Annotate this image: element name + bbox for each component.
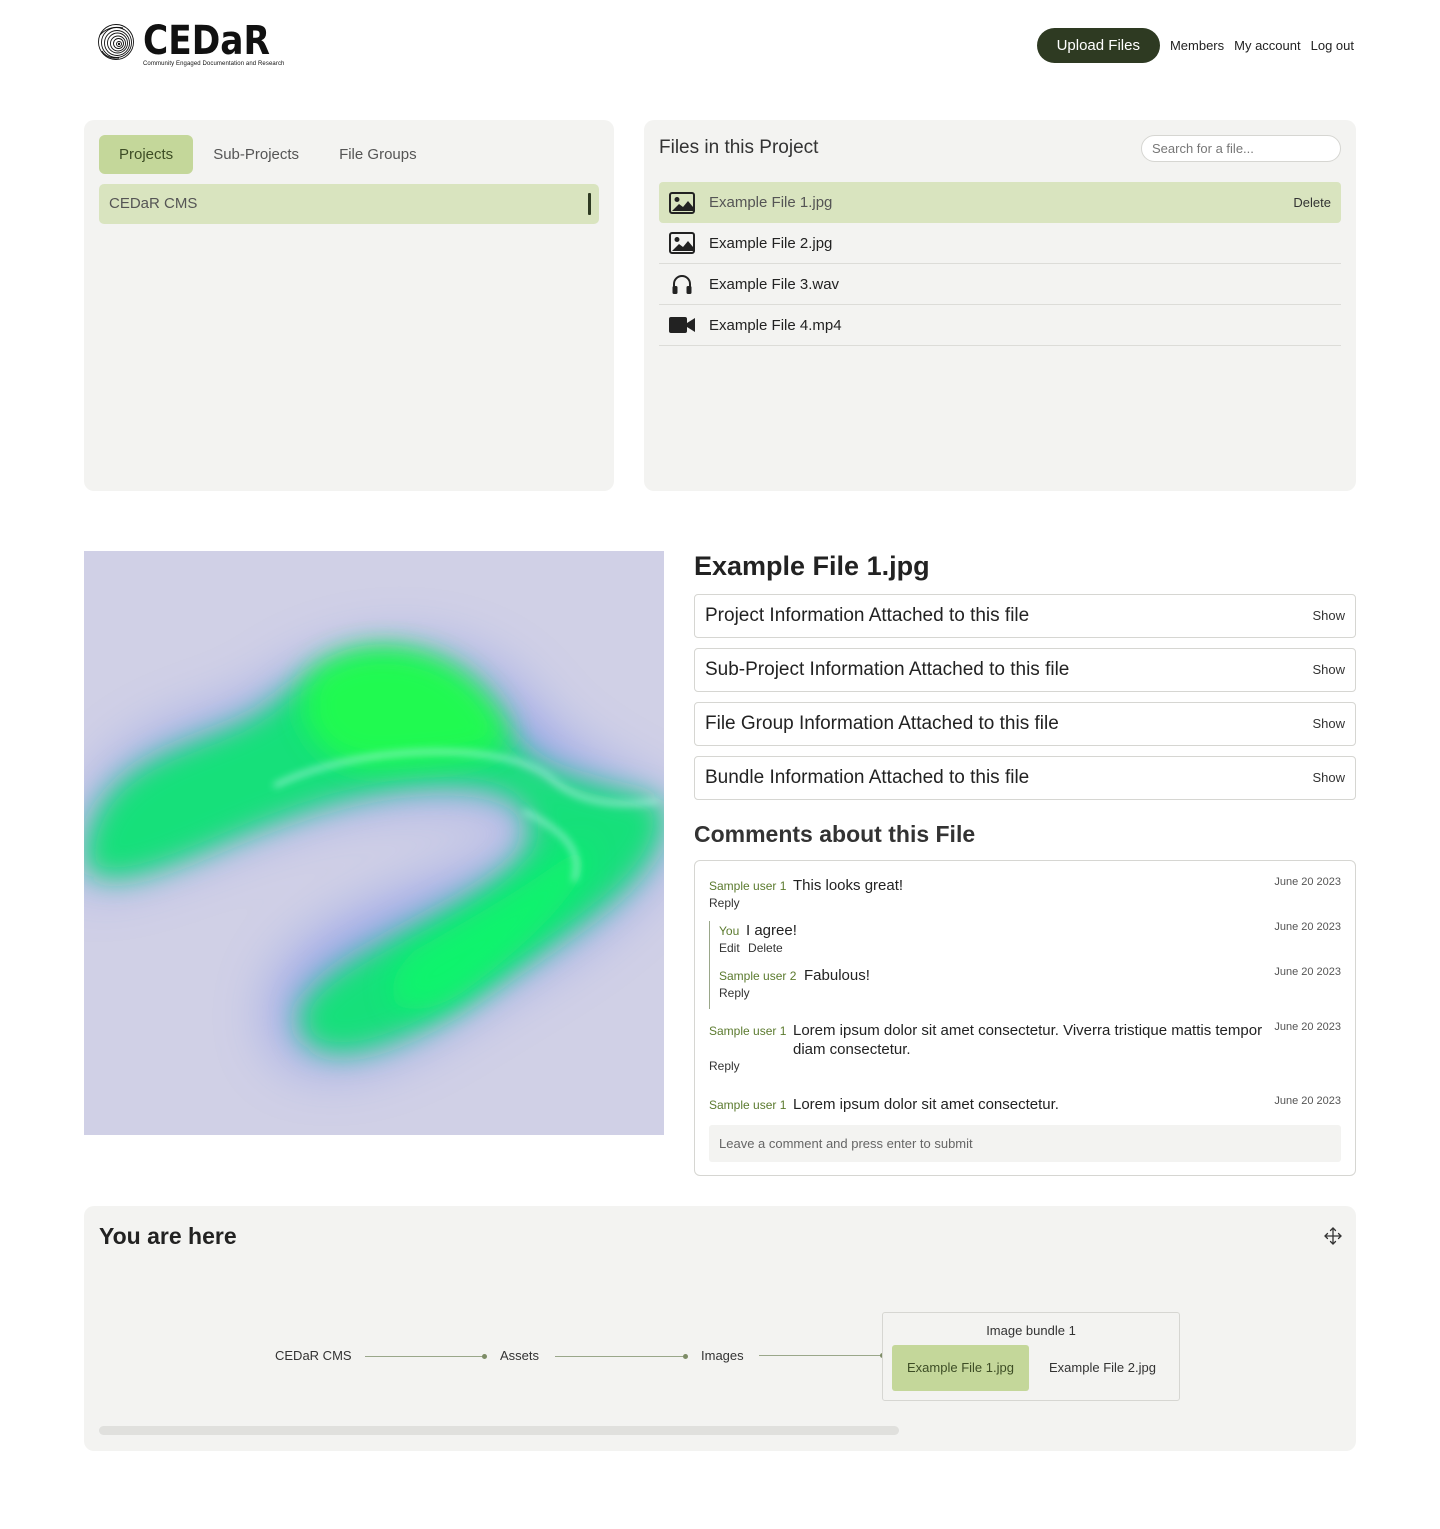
project-item-label: CEDaR CMS <box>109 195 198 212</box>
headphones-icon <box>669 273 695 295</box>
file-name: Example File 4.mp4 <box>709 316 842 334</box>
edit-comment-button[interactable]: Edit <box>719 941 740 955</box>
show-toggle[interactable]: Show <box>1312 595 1345 637</box>
show-toggle[interactable]: Show <box>1312 649 1345 691</box>
accordion-label: Project Information Attached to this fil… <box>705 605 1030 626</box>
comment-author: Sample user 1 <box>709 879 787 893</box>
comment-reply: Sample user 2 Fabulous! June 20 2023 Rep… <box>719 966 1341 1002</box>
comment-date: June 20 2023 <box>1274 966 1341 978</box>
comment: Sample user 1 This looks great! June 20 … <box>709 876 1341 912</box>
delete-comment-button[interactable]: Delete <box>748 941 783 955</box>
reply-button[interactable]: Reply <box>719 986 750 1000</box>
comment: Sample user 1 Lorem ipsum dolor sit amet… <box>709 1095 1341 1115</box>
path-connector <box>365 1354 487 1359</box>
brand-name: CEDaR <box>143 18 271 64</box>
comment-date: June 20 2023 <box>1274 876 1341 888</box>
path-connector <box>555 1354 688 1359</box>
reply-button[interactable]: Reply <box>709 1059 740 1073</box>
comment-text: Lorem ipsum dolor sit amet consectetur. … <box>793 1022 1263 1058</box>
fingerprint-spiral-icon <box>98 24 134 60</box>
path-node-project[interactable]: CEDaR CMS <box>275 1348 352 1363</box>
site-header: CEDaR Community Engaged Documentation an… <box>0 0 1440 95</box>
file-detail-title: Example File 1.jpg <box>694 551 930 581</box>
top-nav: Upload Files Members My account Log out <box>1036 28 1354 63</box>
file-name: Example File 1.jpg <box>709 194 833 211</box>
file-search-input[interactable] <box>1141 135 1341 162</box>
bundle-title: Image bundle 1 <box>986 1323 1076 1338</box>
accordion-label: Bundle Information Attached to this file <box>705 767 1030 788</box>
horizontal-scrollbar[interactable] <box>99 1426 899 1435</box>
comment-author: Sample user 1 <box>709 1024 787 1038</box>
file-list: Example File 1.jpg Delete Example File 2… <box>659 182 1341 346</box>
bundle-item-file-2[interactable]: Example File 2.jpg <box>1034 1345 1171 1391</box>
upload-files-button[interactable]: Upload Files <box>1036 28 1160 63</box>
bundle-item-file-1[interactable]: Example File 1.jpg <box>892 1345 1029 1391</box>
nav-link-log-out[interactable]: Log out <box>1311 38 1354 53</box>
nav-link-my-account[interactable]: My account <box>1234 38 1300 53</box>
tab-sub-projects[interactable]: Sub-Projects <box>193 135 319 174</box>
bundle-info-accordion[interactable]: Bundle Information Attached to this file… <box>694 756 1356 800</box>
files-panel: Files in this Project Example File 1.jpg… <box>644 120 1356 491</box>
files-panel-title: Files in this Project <box>659 137 819 158</box>
path-node-assets[interactable]: Assets <box>500 1348 539 1363</box>
comment-reply: You I agree! June 20 2023 Edit Delete <box>719 921 1341 957</box>
accordion-label: Sub-Project Information Attached to this… <box>705 659 1070 680</box>
accordion-label: File Group Information Attached to this … <box>705 713 1059 734</box>
comment-author: Sample user 2 <box>719 969 797 983</box>
reply-thread-line <box>709 921 710 1009</box>
comments-panel: Sample user 1 This looks great! June 20 … <box>694 860 1356 1176</box>
video-camera-icon <box>669 314 695 336</box>
browser-tabs: Projects Sub-Projects File Groups <box>99 135 437 174</box>
file-row[interactable]: Example File 2.jpg <box>659 223 1341 264</box>
comment-date: June 20 2023 <box>1274 1095 1341 1107</box>
file-row[interactable]: Example File 4.mp4 <box>659 305 1341 346</box>
comment-date: June 20 2023 <box>1274 1021 1341 1033</box>
comment-text: Fabulous! <box>804 967 870 984</box>
brand-logo[interactable]: CEDaR Community Engaged Documentation an… <box>97 21 291 67</box>
file-name: Example File 2.jpg <box>709 234 833 252</box>
image-icon <box>669 191 695 214</box>
comment-text: I agree! <box>746 922 797 939</box>
delete-file-button[interactable]: Delete <box>1293 195 1331 210</box>
path-node-images[interactable]: Images <box>701 1348 744 1363</box>
comments-title: Comments about this File <box>694 821 976 847</box>
file-name: Example File 3.wav <box>709 275 840 293</box>
comment-text: Lorem ipsum dolor sit amet consectetur. <box>793 1096 1059 1113</box>
comment: Sample user 1 Lorem ipsum dolor sit amet… <box>709 1021 1341 1077</box>
location-title: You are here <box>99 1223 237 1249</box>
show-toggle[interactable]: Show <box>1312 703 1345 745</box>
bundle-node: Image bundle 1 Example File 1.jpg Exampl… <box>882 1312 1180 1401</box>
location-map-panel: You are here CEDaR CMS Assets Images Ima… <box>84 1206 1356 1451</box>
move-arrows-icon[interactable] <box>1323 1226 1343 1246</box>
abstract-gradient-artwork <box>84 551 664 1135</box>
file-row[interactable]: Example File 3.wav <box>659 264 1341 305</box>
project-browser-panel: Projects Sub-Projects File Groups CEDaR … <box>84 120 614 491</box>
comment-input[interactable] <box>709 1125 1341 1162</box>
path-connector <box>759 1353 885 1358</box>
selection-indicator <box>588 193 591 215</box>
image-icon <box>669 232 695 254</box>
project-info-accordion[interactable]: Project Information Attached to this fil… <box>694 594 1356 638</box>
tab-file-groups[interactable]: File Groups <box>319 135 437 174</box>
comment-author: You <box>719 924 740 938</box>
file-preview-image <box>84 551 664 1135</box>
project-item-cedar-cms[interactable]: CEDaR CMS <box>99 184 599 224</box>
nav-link-members[interactable]: Members <box>1170 38 1224 53</box>
comment-text: This looks great! <box>793 877 904 894</box>
reply-button[interactable]: Reply <box>709 896 740 910</box>
sub-project-info-accordion[interactable]: Sub-Project Information Attached to this… <box>694 648 1356 692</box>
comment-date: June 20 2023 <box>1274 921 1341 933</box>
file-row[interactable]: Example File 1.jpg Delete <box>659 182 1341 223</box>
file-group-info-accordion[interactable]: File Group Information Attached to this … <box>694 702 1356 746</box>
tab-projects[interactable]: Projects <box>99 135 194 174</box>
show-toggle[interactable]: Show <box>1312 757 1345 799</box>
comment-author: Sample user 1 <box>709 1098 787 1112</box>
